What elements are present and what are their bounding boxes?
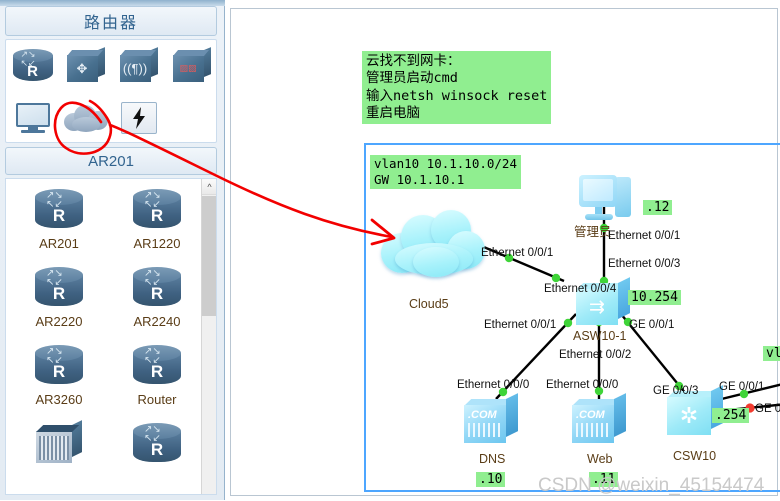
topology-canvas[interactable]: 云找不到网卡： 管理员启动cmd 输入netsh winsock reset 重… xyxy=(225,0,780,500)
dns-label: DNS xyxy=(479,452,506,466)
device-list-scrollbar[interactable]: ^ xyxy=(201,179,216,494)
device-label: AR2220 xyxy=(35,314,83,329)
watermark-text: CSDN @weixin_45154474 xyxy=(538,475,765,496)
list-item[interactable]: ↗↘ ↖↙ R AR2220 xyxy=(10,261,108,329)
dns-ip-tag: .10 xyxy=(476,472,506,487)
router-icon: ↗↘ ↖↙ R xyxy=(10,339,108,391)
router-icon: ↗↘ ↖↙ R xyxy=(108,339,206,391)
router-icon: ↗↘ ↖↙ R xyxy=(10,261,108,313)
device-section-title: AR201 xyxy=(5,147,217,175)
if-cloud-eth0-0-1: Ethernet 0/0/1 xyxy=(481,247,554,259)
device-label: AR201 xyxy=(39,236,79,251)
asw10-1-label: ASW10-1 xyxy=(573,329,627,343)
server-icon: .COM xyxy=(464,393,518,443)
csw-ip-tag: .254 xyxy=(712,408,750,423)
device-label: AR2240 xyxy=(133,314,181,329)
server-icon: .COM xyxy=(572,393,626,443)
web-label: Web xyxy=(587,452,613,466)
if-asw-eth0-0-2: Ethernet 0/0/2 xyxy=(559,349,632,361)
dns-server-node[interactable]: .COM xyxy=(464,393,518,443)
router-icon: ↗↘ ↖↙ R xyxy=(10,183,108,235)
device-label: AR3260 xyxy=(35,392,83,407)
cloud5-label: Cloud5 xyxy=(409,297,449,311)
cloud5-node[interactable] xyxy=(381,209,486,283)
csw10-label: CSW10 xyxy=(673,449,717,463)
list-item[interactable]: ↗↘ ↖↙ R AR3260 xyxy=(10,339,108,407)
list-item[interactable]: ↗↘ ↖↙ R Router xyxy=(108,339,206,407)
list-item[interactable]: ↗↘ ↖↙ R AR2240 xyxy=(108,261,206,329)
scroll-up-icon[interactable]: ^ xyxy=(202,179,216,195)
troubleshoot-note: 云找不到网卡： 管理员启动cmd 输入netsh winsock reset 重… xyxy=(362,51,552,125)
router-icon: ↗↘ ↖↙ R xyxy=(12,49,53,83)
if-dns-eth0-0-0: Ethernet 0/0/0 xyxy=(457,379,530,391)
router-icon: ↗↘ ↖↙ R xyxy=(108,417,206,469)
web-server-node[interactable]: .COM xyxy=(572,393,626,443)
admin-pc-ip-tag: .12 xyxy=(643,200,673,215)
router-icon: ↗↘ ↖↙ R xyxy=(108,183,206,235)
admin-pc-node[interactable] xyxy=(579,175,635,225)
device-list: ↗↘ ↖↙ R AR201 ↗↘ ↖↙ R AR1220 ↗↘ ↖↙ R AR2… xyxy=(5,178,217,495)
device-palette-sidebar: 路由器 ↗↘ ↖↙ R ✥ ((¶)) ▨▨ AR201 ↗↘ ↖↙ R AR2… xyxy=(0,0,225,500)
if-web-eth0-0-0: Ethernet 0/0/0 xyxy=(546,379,619,391)
if-asw-eth0-0-4: Ethernet 0/0/4 xyxy=(544,283,617,295)
switch-palette-icon[interactable]: ✥ xyxy=(59,40,112,92)
if-csw-ge0-0-1: GE 0/0/1 xyxy=(719,381,765,393)
lightning-bolt-icon xyxy=(120,102,157,134)
list-item[interactable]: ↗↘ ↖↙ R xyxy=(108,417,206,470)
firewall-palette-icon[interactable]: ▨▨ xyxy=(165,40,218,92)
canvas-surface[interactable]: 云找不到网卡： 管理员启动cmd 输入netsh winsock reset 重… xyxy=(230,8,780,496)
wlan-palette-icon[interactable]: ((¶)) xyxy=(112,40,165,92)
list-item[interactable]: ↗↘ ↖↙ R AR201 xyxy=(10,183,108,251)
list-item[interactable]: ↗↘ ↖↙ R AR1220 xyxy=(108,183,206,251)
if-asw-eth0-0-1: Ethernet 0/0/1 xyxy=(484,319,557,331)
vlan-right-tag: vla xyxy=(763,346,780,361)
firewall-icon: ▨▨ xyxy=(172,47,211,82)
if-csw-ge0-0-3: GE 0/0/3 xyxy=(653,385,699,397)
switch-icon: ✥ xyxy=(66,47,105,82)
pc-monitor-icon xyxy=(15,103,51,133)
router-icon: ↗↘ ↖↙ R xyxy=(108,261,206,313)
if-asw-eth0-0-3: Ethernet 0/0/3 xyxy=(608,258,681,270)
cloud-icon xyxy=(63,103,108,133)
endpoint-palette-icon[interactable] xyxy=(6,92,59,144)
device-label: AR1220 xyxy=(133,236,181,251)
cloud-icon xyxy=(381,209,486,283)
chassis-router-icon xyxy=(10,417,108,469)
vlan-info-note: vlan10 10.1.10.0/24 GW 10.1.10.1 xyxy=(370,155,521,189)
pc-icon xyxy=(579,175,635,225)
if-asw-ge0-0-1: GE 0/0/1 xyxy=(629,319,675,331)
connection-palette-icon[interactable] xyxy=(112,92,165,144)
device-palette-grid: ↗↘ ↖↙ R ✥ ((¶)) ▨▨ xyxy=(5,39,217,143)
scrollbar-thumb[interactable] xyxy=(202,196,216,316)
list-item[interactable] xyxy=(10,417,108,470)
admin-pc-label: 管理员 xyxy=(574,225,612,239)
device-label: Router xyxy=(137,392,177,407)
cloud-palette-icon[interactable] xyxy=(59,92,112,144)
asw-ip-tag: 10.254 xyxy=(628,290,681,305)
wireless-ap-icon: ((¶)) xyxy=(119,47,158,82)
if-admin-eth0-0-1: Ethernet 0/0/1 xyxy=(608,230,681,242)
if-csw-ge0-right: GE 0 xyxy=(755,403,780,415)
router-palette-icon[interactable]: ↗↘ ↖↙ R xyxy=(6,40,59,92)
panel-title-router: 路由器 xyxy=(5,6,217,36)
